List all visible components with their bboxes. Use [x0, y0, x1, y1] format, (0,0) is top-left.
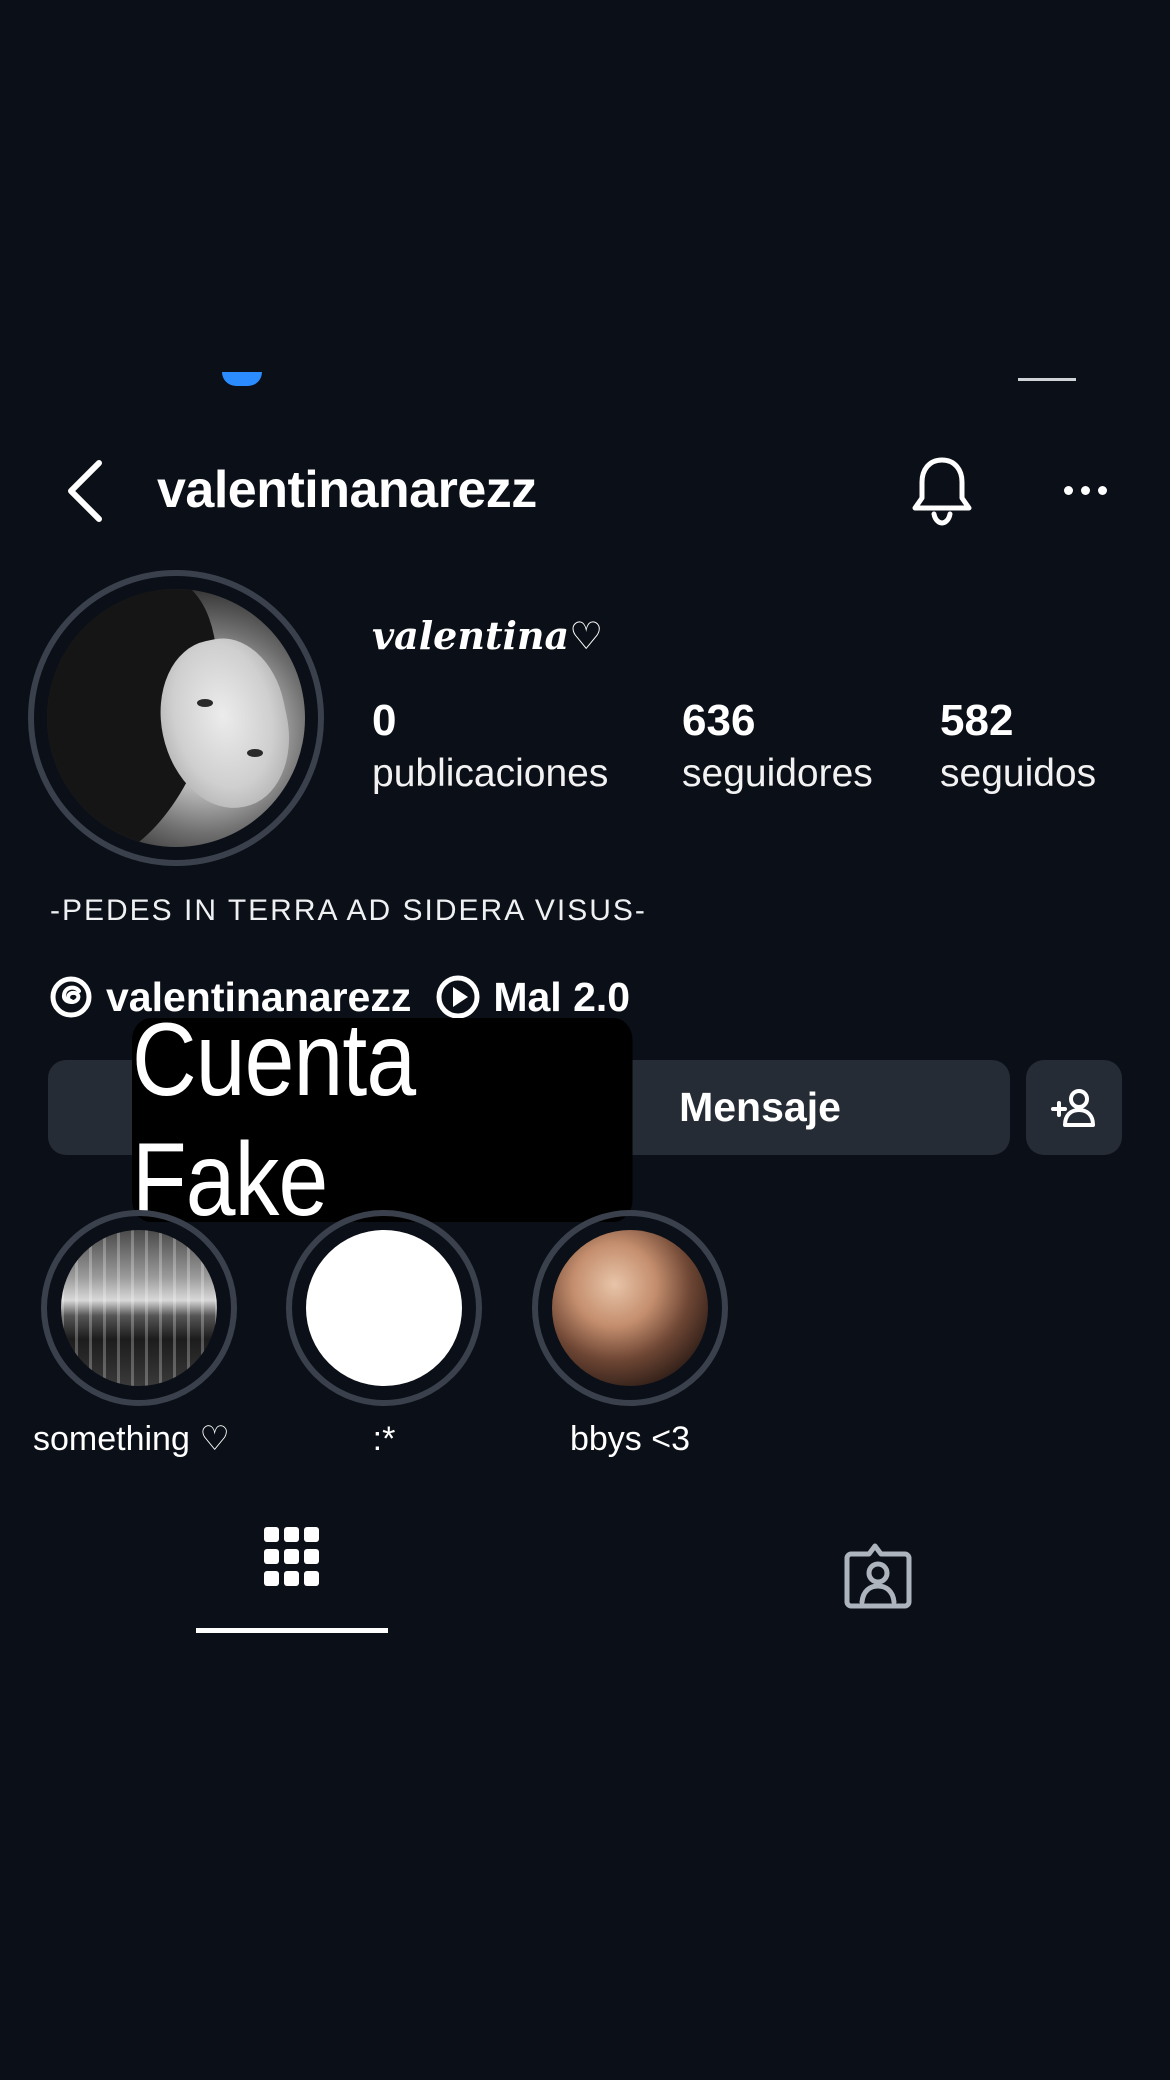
stat-followers[interactable]: 636 seguidores [682, 693, 873, 799]
stat-posts[interactable]: 0 publicaciones [372, 693, 608, 799]
highlight-label: bbys <3 [569, 1420, 691, 1458]
stat-following-value: 582 [940, 696, 1014, 745]
stat-following-label: seguidos [940, 752, 1097, 795]
stat-posts-label: publicaciones [372, 752, 609, 795]
threads-icon [48, 974, 94, 1020]
tab-tagged[interactable] [835, 1532, 921, 1618]
stat-followers-value: 636 [682, 696, 756, 745]
profile-username-title: valentinanarezz [157, 461, 537, 519]
avatar [47, 589, 305, 847]
tagged-person-icon [844, 1543, 912, 1609]
fake-account-sticker: Cuenta Fake [132, 1002, 633, 1238]
highlight-label: :* [372, 1420, 396, 1458]
highlight-label: something ♡ [33, 1420, 230, 1458]
more-horizontal-icon-dot [1097, 485, 1107, 495]
suggested-accounts-button[interactable] [1026, 1060, 1122, 1155]
tab-posts-grid[interactable] [196, 1525, 388, 1617]
chevron-left-icon [68, 460, 102, 522]
bell-icon [912, 457, 972, 526]
status-indicator-line [1018, 378, 1076, 381]
notifications-button[interactable] [905, 450, 979, 530]
highlight-bbys[interactable]: bbys <3 [532, 1210, 728, 1462]
stat-posts-value: 0 [372, 696, 397, 745]
highlight-kiss[interactable]: :* [286, 1210, 482, 1462]
add-person-icon [1051, 1088, 1095, 1127]
grid-icon [264, 1527, 319, 1586]
highlight-ring [41, 1210, 237, 1406]
message-button-label: Mensaje [679, 1084, 841, 1130]
highlight-something[interactable]: something ♡ [33, 1210, 237, 1462]
status-indicator-dot [222, 372, 262, 386]
more-horizontal-icon-dot [1063, 485, 1073, 495]
stat-followers-label: seguidores [682, 752, 873, 795]
highlight-thumbnail [61, 1230, 217, 1386]
profile-avatar-ring[interactable] [28, 570, 324, 866]
more-options-button[interactable] [1055, 465, 1115, 515]
display-name: valentina♡ [372, 613, 604, 658]
active-tab-indicator [196, 1628, 388, 1633]
bio-text: -PEDES IN TERRA AD SIDERA VISUS- [50, 894, 647, 927]
highlight-ring [286, 1210, 482, 1406]
highlight-thumbnail [306, 1230, 462, 1386]
highlight-thumbnail [552, 1230, 708, 1386]
highlight-ring [532, 1210, 728, 1406]
more-horizontal-icon-dot [1080, 485, 1090, 495]
stat-following[interactable]: 582 seguidos [940, 693, 1096, 799]
back-button[interactable] [55, 455, 115, 527]
